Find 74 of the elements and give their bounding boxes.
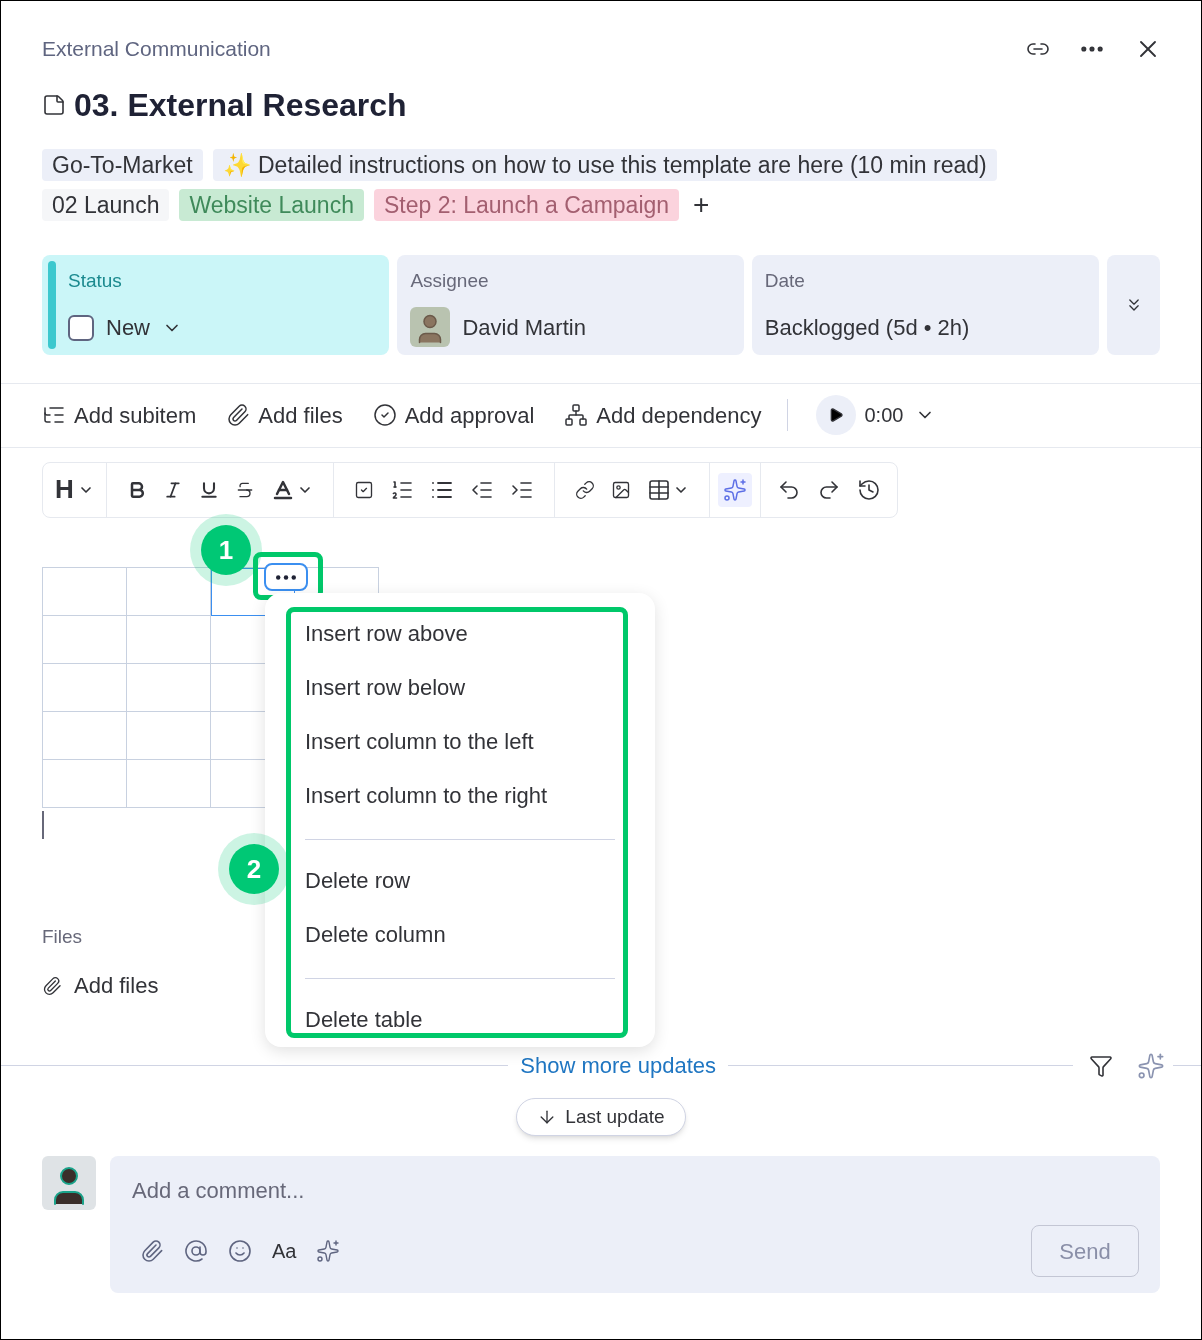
tag[interactable]: Go-To-Market [42,148,203,181]
history-icon [856,477,881,502]
image-icon [610,479,631,500]
tag[interactable]: 02 Launch [42,188,170,221]
assignee-field[interactable]: Assignee David Martin [397,254,744,355]
action-button[interactable]: Add files [226,398,343,432]
table-cell[interactable] [127,615,211,664]
avatar [410,307,451,347]
field-label: Date [764,268,806,293]
menu-item[interactable]: Insert column to the right [305,773,615,827]
field-label: Assignee [410,268,490,293]
step-badge: 2 [229,844,279,894]
text-cursor [42,810,44,839]
filter-icon [1089,1053,1113,1078]
tag[interactable]: ✨ Detailed instructions on how to use this template are here (10 min read) [212,148,997,181]
menu-item[interactable]: Insert row below [305,665,615,719]
last-update-button[interactable]: Last update [516,1098,686,1136]
ai-button[interactable] [717,472,752,507]
action-button[interactable]: Add subitem [42,398,197,432]
menu-item[interactable]: Delete table [305,997,615,1051]
assignee-name: David Martin [462,313,586,342]
field-label: Status [68,268,123,293]
link-icon [574,479,595,500]
avatar [42,1156,96,1210]
underline-icon [198,479,219,500]
mention-icon[interactable] [184,1239,208,1263]
status-checkbox[interactable] [68,314,94,341]
emoji-icon[interactable] [228,1239,252,1263]
sparkle-icon[interactable] [316,1239,341,1263]
status-value: New [106,314,150,342]
action-button[interactable]: Add approval [372,398,535,432]
table-cell[interactable] [43,663,127,712]
heading-button[interactable]: H [55,470,94,509]
comment-input[interactable]: Add a comment... [132,1174,1138,1207]
date-field[interactable]: Date Backlogged (5d • 2h) [751,254,1100,355]
play-button[interactable] [816,395,857,435]
note-icon [42,92,66,117]
sparkle-icon [722,477,747,502]
dependency-icon [564,403,589,427]
breadcrumb[interactable]: External Communication [42,33,271,65]
menu-item[interactable]: Delete column [305,912,615,966]
checkbox-icon [353,479,374,500]
date-value: Backlogged (5d • 2h) [764,314,971,342]
comment-box[interactable]: Add a comment... Aa Send [110,1156,1160,1293]
table-cell[interactable] [127,759,211,808]
table-cell[interactable] [127,711,211,760]
item-title: 03. External Research [74,85,407,125]
table-options-button[interactable] [264,563,308,591]
menu-item[interactable]: Insert row above [305,611,615,665]
more-icon [276,574,296,580]
add-files-button[interactable]: Add files [42,969,159,1002]
table-cell[interactable] [43,615,127,664]
paperclip-icon [226,403,251,427]
action-button[interactable]: Add dependency [564,398,762,432]
menu-item[interactable]: Insert column to the left [305,719,615,773]
format-button[interactable]: Aa [272,1236,297,1266]
table-cell[interactable] [43,711,127,760]
check-circle-icon [372,403,397,427]
timer: 0:00 [864,403,904,428]
status-field[interactable]: Status New [42,254,390,355]
table-cell[interactable] [127,663,211,712]
paperclip-icon[interactable] [140,1239,164,1263]
table-cell[interactable] [127,567,211,616]
table-icon [646,477,671,502]
sparkle-icon[interactable] [1137,1051,1165,1080]
add-tag-button[interactable]: + [689,190,714,219]
table-cell[interactable] [43,759,127,808]
step-badge: 1 [201,525,251,575]
paperclip-icon [42,975,62,996]
play-icon [828,407,845,423]
show-more-updates-link[interactable]: Show more updates [508,1049,728,1082]
files-label: Files [42,925,83,947]
table-cell[interactable] [43,567,127,616]
menu-item[interactable]: Delete row [305,858,615,912]
